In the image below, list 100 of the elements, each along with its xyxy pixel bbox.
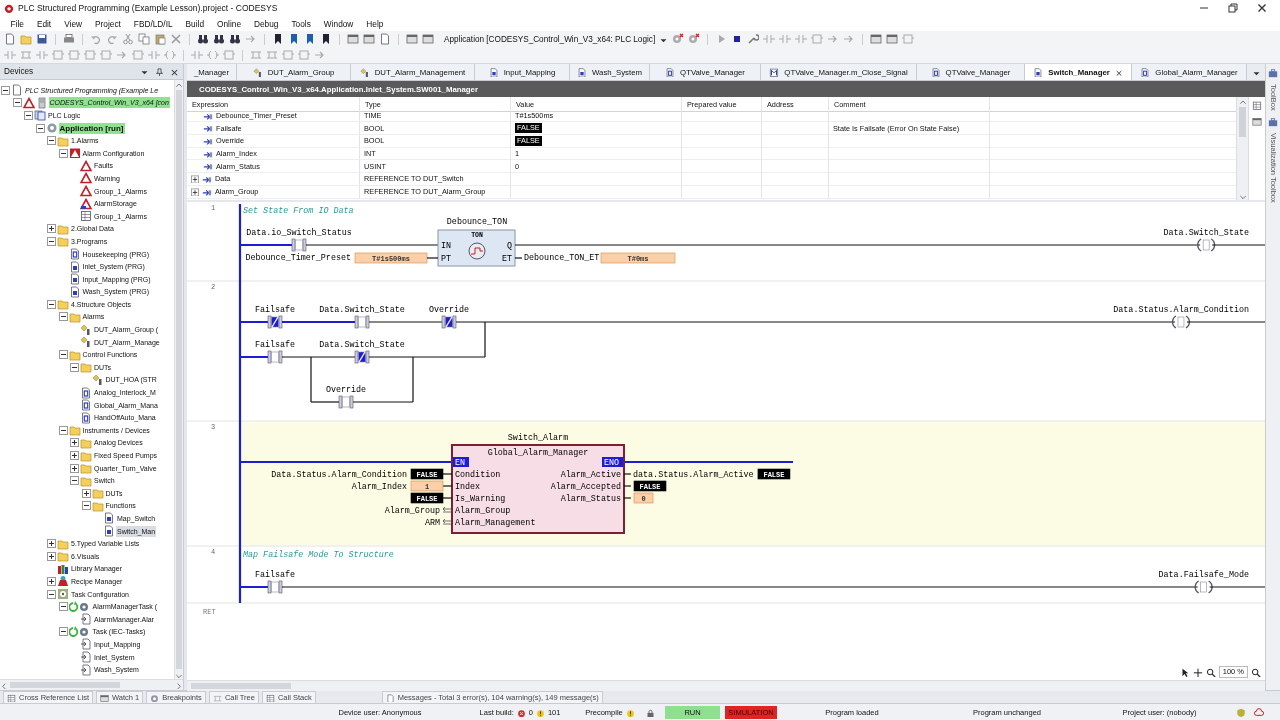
expand-toggle[interactable] xyxy=(58,602,68,612)
ladder-wire xyxy=(239,321,269,323)
new-file-icon[interactable] xyxy=(4,33,16,45)
menu-item[interactable]: Edit xyxy=(30,18,58,29)
pin-icon[interactable] xyxy=(155,67,164,76)
bookmark-icon[interactable] xyxy=(320,33,332,45)
application-selector[interactable]: Application [CODESYS_Control_Win_V3_x64: PLC Logic] xyxy=(444,34,656,44)
program-icon xyxy=(1033,67,1044,77)
restore-icon[interactable] xyxy=(1227,2,1239,14)
scrollbar-thumb[interactable] xyxy=(1239,107,1246,137)
window-icon xyxy=(100,692,110,702)
lock-icon[interactable] xyxy=(645,707,655,717)
printer-icon[interactable] xyxy=(63,33,75,45)
paste-icon[interactable] xyxy=(154,33,166,45)
menu-item[interactable]: FBD/LD/IL xyxy=(127,18,180,29)
window-icon[interactable] xyxy=(886,33,899,45)
gear-icon[interactable] xyxy=(688,33,701,45)
zoom-icon[interactable] xyxy=(1251,667,1261,677)
window-icon[interactable] xyxy=(1252,116,1262,126)
scrollbar-thumb[interactable] xyxy=(10,682,120,688)
binoculars-icon[interactable] xyxy=(213,33,225,45)
expand-toggle[interactable] xyxy=(47,236,56,246)
ladder-wire xyxy=(1209,586,1265,588)
expand-toggle[interactable] xyxy=(81,501,91,511)
variable-label: data.Status.Alarm_Active xyxy=(633,470,754,480)
menu-item[interactable]: Tools xyxy=(284,18,318,29)
variable-label: Failsafe xyxy=(254,570,296,580)
expand-toggle[interactable] xyxy=(58,350,68,360)
window-icon[interactable] xyxy=(406,33,418,45)
menu-item[interactable]: Window xyxy=(317,18,360,29)
scroll-left-icon[interactable] xyxy=(0,681,8,689)
expand-toggle[interactable] xyxy=(191,174,199,183)
cycle-gear-icon xyxy=(68,625,91,638)
expand-toggle[interactable] xyxy=(70,451,79,460)
window-icon[interactable] xyxy=(363,33,375,45)
expand-toggle[interactable] xyxy=(58,425,68,435)
wrench-icon[interactable] xyxy=(747,33,760,45)
menu-item[interactable]: Debug xyxy=(247,18,285,29)
variable-label: Failsafe xyxy=(254,305,296,315)
expand-toggle[interactable] xyxy=(58,312,68,322)
expand-toggle[interactable] xyxy=(70,362,79,372)
expand-toggle[interactable] xyxy=(70,438,79,448)
error-icon xyxy=(516,707,526,717)
menu-item[interactable]: File xyxy=(4,18,31,29)
scrollbar-thumb[interactable] xyxy=(191,683,291,689)
window-icon[interactable] xyxy=(422,33,434,45)
delete-icon[interactable] xyxy=(170,33,182,45)
table-cell xyxy=(762,160,829,174)
window-icon[interactable] xyxy=(870,33,883,45)
expand-toggle[interactable] xyxy=(58,148,68,158)
expand-toggle[interactable] xyxy=(47,136,56,146)
table-icon xyxy=(80,210,92,223)
program-icon xyxy=(68,260,81,273)
close-icon[interactable] xyxy=(1256,2,1268,14)
folder-icon xyxy=(57,222,69,235)
expand-toggle[interactable] xyxy=(81,488,91,498)
menu-item[interactable]: Help xyxy=(359,18,390,29)
expand-toggle[interactable] xyxy=(12,98,22,108)
expand-toggle[interactable] xyxy=(47,589,56,599)
window-title: PLC Structured Programming (Example Lesson).project - CODESYS xyxy=(18,3,279,13)
program-icon xyxy=(488,67,499,77)
folder-icon xyxy=(57,134,69,147)
expand-toggle[interactable] xyxy=(47,299,56,309)
save-icon[interactable] xyxy=(36,33,48,45)
binoculars-icon[interactable] xyxy=(197,33,209,45)
expand-toggle[interactable] xyxy=(1,85,10,95)
menu-item[interactable]: Build xyxy=(179,18,211,29)
tree-item[interactable]: Application [run] xyxy=(58,122,125,134)
menu-item[interactable]: Project xyxy=(88,18,128,29)
binoculars-icon[interactable] xyxy=(229,33,241,45)
gear-icon[interactable] xyxy=(672,33,685,45)
scroll-right-icon[interactable] xyxy=(175,681,183,689)
cycle-gear-icon xyxy=(68,600,91,613)
table-icon xyxy=(7,692,16,702)
ladder-wire xyxy=(442,485,453,487)
menu-item[interactable]: Online xyxy=(210,18,248,29)
expand-toggle[interactable] xyxy=(191,187,199,196)
table-icon[interactable] xyxy=(1252,100,1262,110)
close-icon[interactable] xyxy=(170,67,179,76)
window-icon[interactable] xyxy=(347,33,359,45)
table-cell xyxy=(762,135,829,148)
bookmark-icon[interactable] xyxy=(272,33,284,45)
expand-toggle[interactable] xyxy=(70,476,79,486)
expand-toggle[interactable] xyxy=(58,627,68,637)
move-icon[interactable] xyxy=(1192,667,1203,677)
expand-toggle[interactable] xyxy=(35,123,45,133)
expand-toggle[interactable] xyxy=(47,224,56,234)
variable-label: Data.Switch_State xyxy=(1163,228,1249,238)
document-icon[interactable] xyxy=(379,33,391,45)
zoom-icon[interactable] xyxy=(1205,667,1216,677)
pin-label: Alarm_Group xyxy=(455,506,511,516)
expand-toggle[interactable] xyxy=(24,111,33,120)
menu-item[interactable]: View xyxy=(57,18,89,29)
scrollbar-thumb[interactable] xyxy=(176,90,182,669)
document-icon xyxy=(665,67,676,77)
expand-toggle[interactable] xyxy=(47,551,56,561)
expand-toggle[interactable] xyxy=(70,463,79,473)
variable-label: Data.Switch_State xyxy=(319,340,405,350)
expand-toggle[interactable] xyxy=(47,576,56,586)
expand-toggle[interactable] xyxy=(47,539,56,549)
